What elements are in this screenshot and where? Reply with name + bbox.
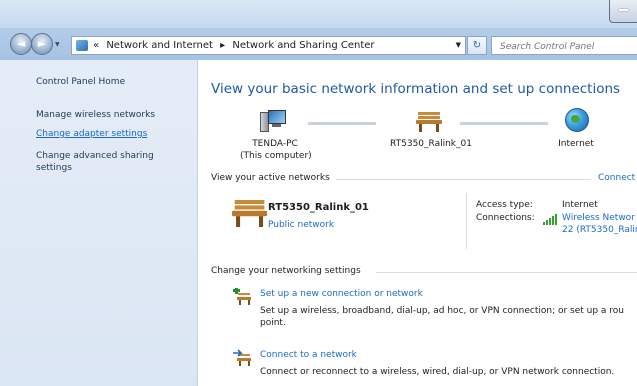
wireless-signal-icon [543,214,558,225]
connections-label: Connections: [476,213,535,223]
map-connector-line [460,122,548,125]
control-panel-home-link[interactable]: Control Panel Home [36,77,125,87]
breadcrumb: « Network and Internet ▸ Network and Sha… [93,40,379,51]
map-connector-line [308,122,376,125]
breadcrumb-network-and-sharing-center[interactable]: Network and Sharing Center [232,40,374,51]
internet-label: Internet [558,139,594,149]
address-dropdown-icon[interactable]: ▼ [456,41,461,49]
connect-to-network-description: Connect or reconnect to a wireless, wire… [260,367,615,377]
access-type-value: Internet [562,200,598,210]
control-panel-icon [76,40,88,51]
main-content: View your basic network information and … [198,60,637,386]
page-title: View your basic network information and … [211,81,621,97]
search-box[interactable] [491,36,637,55]
networking-settings-header: Change your networking settings [211,266,361,276]
change-adapter-settings-link[interactable]: Change adapter settings [36,129,147,139]
computer-icon[interactable] [260,110,286,132]
section-divider [336,179,591,180]
access-type-label: Access type: [476,200,533,210]
new-connection-icon[interactable] [233,288,253,306]
network-map: TENDA-PC (This computer) RT5350_Ralink_0… [198,104,637,164]
vertical-divider [466,193,467,249]
connect-or-disconnect-link[interactable]: Connect [598,173,635,183]
back-arrow-icon[interactable]: ◄ [10,33,32,55]
setup-new-connection-link[interactable]: Set up a new connection or network [260,289,423,299]
manage-wireless-networks-link[interactable]: Manage wireless networks [36,110,155,120]
connections-link-line2[interactable]: 22 (RT5350_Ralir [562,225,637,235]
address-bar[interactable]: « Network and Internet ▸ Network and Sha… [71,36,466,55]
internet-globe-icon[interactable] [565,108,589,132]
active-networks-header: View your active networks [211,173,330,183]
network-bench-icon[interactable] [416,112,442,132]
network-name-label: RT5350_Ralink_01 [390,139,472,149]
breadcrumb-network-and-internet[interactable]: Network and Internet [106,40,213,51]
connections-link-line1[interactable]: Wireless Networ [562,213,635,223]
connect-to-network-link[interactable]: Connect to a network [260,350,357,360]
breadcrumb-overflow[interactable]: « [93,40,99,51]
active-network-name: RT5350_Ralink_01 [268,202,369,213]
section-divider [376,272,637,273]
left-navigation-pane: Control Panel Home Manage wireless netwo… [0,60,198,386]
connect-to-network-icon[interactable] [233,349,253,367]
setup-new-connection-description: Set up a wireless, broadband, dial-up, a… [260,306,625,328]
recent-pages-dropdown-icon[interactable]: ▼ [55,41,60,48]
search-input[interactable] [498,38,632,55]
forward-arrow-icon[interactable]: ► [31,33,53,55]
breadcrumb-separator[interactable]: ▸ [220,40,225,51]
window-titlebar: ◄ ► ▼ « Network and Internet ▸ Network a… [0,0,637,60]
computer-name-label: TENDA-PC [252,139,298,149]
minimize-button[interactable] [609,0,637,23]
network-type-link[interactable]: Public network [268,220,334,230]
computer-sub-label: (This computer) [240,151,312,161]
refresh-icon[interactable]: ↻ [467,36,487,55]
titlebar-glass [0,0,637,28]
active-network-icon[interactable] [232,200,268,227]
change-advanced-sharing-settings-link[interactable]: Change advanced sharing settings [36,150,186,174]
